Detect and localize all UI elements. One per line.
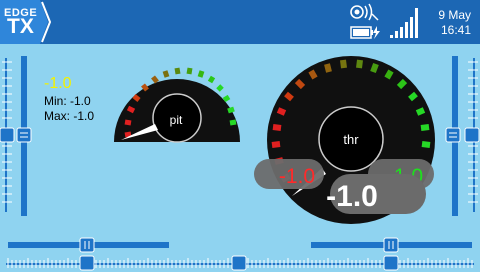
right-horizontal-trim[interactable] [311, 237, 472, 253]
right-vertical-trim[interactable] [445, 56, 480, 216]
left-vertical-trim[interactable] [0, 56, 32, 216]
gauge-pit: pit [114, 67, 240, 143]
gauge-thr-label: thr [343, 132, 359, 147]
current-value: -1.0 [44, 75, 72, 92]
overlay-left-value: -1.0 [279, 165, 315, 188]
slider-handle-left [79, 255, 95, 271]
slider-handle-center [231, 255, 247, 271]
min-value: Min: -1.0 [44, 94, 91, 108]
left-horizontal-trim[interactable] [8, 237, 169, 253]
value-widget: -1.0 Min: -1.0 Max: -1.0 [44, 76, 94, 124]
gauge-pit-label: pit [170, 113, 183, 127]
bottom-slider-track[interactable] [6, 255, 474, 271]
overlay-center-value: -1.0 [326, 180, 378, 213]
max-value: Max: -1.0 [44, 109, 95, 123]
slider-handle-right [383, 255, 399, 271]
main-canvas: pit thr -1.0 -1.0 [0, 56, 480, 271]
